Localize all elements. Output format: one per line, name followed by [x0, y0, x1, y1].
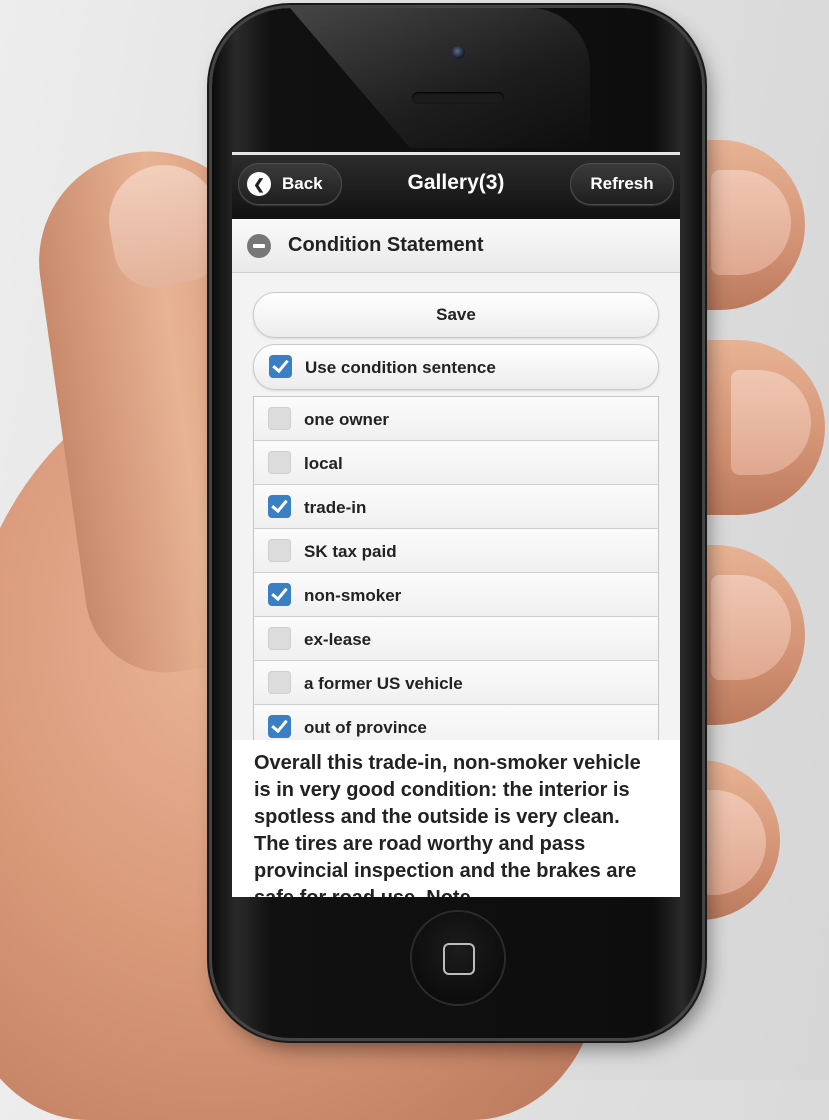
phone-screen: ❮ Back Gallery(3) Refresh Condition Stat…	[232, 152, 680, 897]
option-label: trade-in	[304, 498, 367, 517]
option-one-owner[interactable]: one owner	[254, 397, 658, 440]
use-condition-sentence-checkbox[interactable]: Use condition sentence	[253, 344, 659, 390]
checkbox-icon	[268, 451, 291, 474]
condition-options-list: one owner local trade-in SK tax paid non…	[253, 396, 659, 749]
collapsible-header-condition[interactable]: Condition Statement	[232, 219, 680, 273]
option-local[interactable]: local	[254, 440, 658, 484]
speaker-grille	[412, 92, 504, 104]
option-non-smoker[interactable]: non-smoker	[254, 572, 658, 616]
checkbox-icon	[268, 627, 291, 650]
checkbox-label: Use condition sentence	[305, 358, 496, 377]
save-button[interactable]: Save	[253, 292, 659, 338]
camera-icon	[452, 46, 465, 59]
checkbox-icon	[268, 407, 291, 430]
refresh-button[interactable]: Refresh	[570, 163, 674, 205]
option-sk-tax-paid[interactable]: SK tax paid	[254, 528, 658, 572]
option-label: out of province	[304, 718, 427, 737]
home-square-icon	[443, 943, 475, 975]
option-label: ex-lease	[304, 630, 372, 649]
option-label: non-smoker	[304, 586, 402, 605]
checkbox-icon	[268, 583, 291, 606]
option-label: SK tax paid	[304, 542, 397, 561]
option-label: a former US vehicle	[304, 674, 463, 693]
option-former-us-vehicle[interactable]: a former US vehicle	[254, 660, 658, 704]
checkbox-icon	[268, 539, 291, 562]
option-ex-lease[interactable]: ex-lease	[254, 616, 658, 660]
section-content: Save Use condition sentence one owner lo…	[232, 273, 680, 749]
condition-summary-text: Overall this trade-in, non-smoker vehicl…	[232, 740, 680, 897]
checkbox-icon	[268, 671, 291, 694]
checkbox-icon	[268, 715, 291, 738]
refresh-label: Refresh	[590, 174, 654, 193]
option-trade-in[interactable]: trade-in	[254, 484, 658, 528]
section-title: Condition Statement	[288, 234, 484, 256]
option-label: one owner	[304, 410, 390, 429]
option-label: local	[304, 454, 343, 473]
header-bar: ❮ Back Gallery(3) Refresh	[232, 152, 680, 219]
checkbox-icon	[269, 355, 292, 378]
collapse-minus-icon	[247, 234, 271, 258]
checkbox-icon	[268, 495, 291, 518]
home-button[interactable]	[412, 912, 504, 1004]
